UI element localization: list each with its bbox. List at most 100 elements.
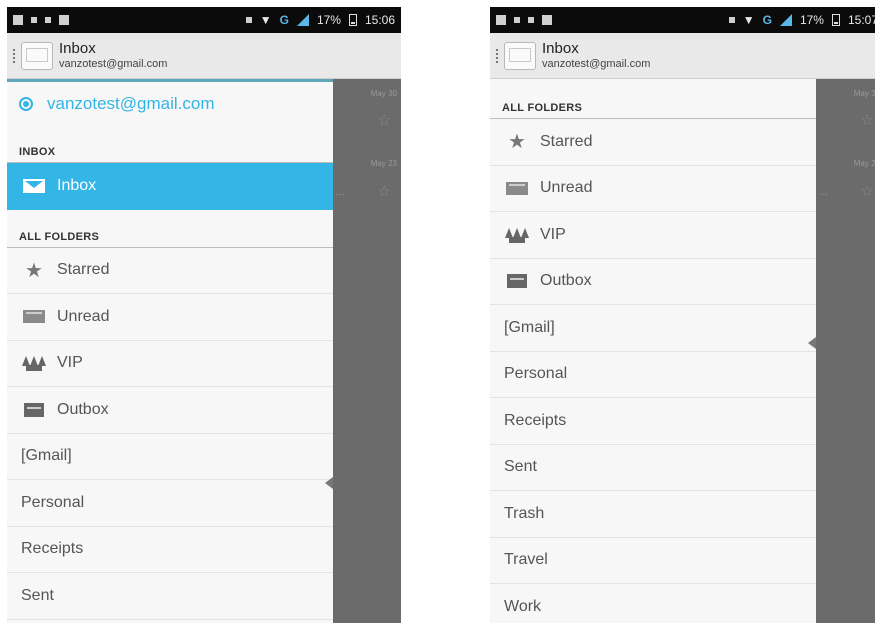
star-outline-icon: ☆ bbox=[377, 183, 391, 200]
section-header-all-folders: ALL FOLDERS bbox=[7, 210, 333, 248]
usb-icon bbox=[514, 17, 520, 23]
battery-percent: 17% bbox=[799, 13, 824, 27]
sd-card-icon bbox=[59, 15, 69, 25]
drawer-indicator-icon bbox=[13, 48, 17, 63]
drawer-item-starred[interactable]: ★ Starred bbox=[490, 119, 816, 166]
content-scrim[interactable]: May 30 ☆ May 23 … ☆ bbox=[333, 79, 401, 623]
app-envelope-icon bbox=[21, 41, 53, 70]
star-icon: ★ bbox=[508, 131, 526, 154]
battery-percent: 17% bbox=[316, 13, 341, 27]
drawer-item-label: Starred bbox=[57, 261, 110, 279]
message-date: May 30 bbox=[370, 89, 397, 98]
unread-mail-icon bbox=[23, 310, 45, 324]
account-email: vanzotest@gmail.com bbox=[59, 57, 168, 70]
drawer-item-receipts[interactable]: Receipts bbox=[490, 398, 816, 445]
drawer-item-label: Work bbox=[504, 597, 542, 615]
drawer-item-sent[interactable]: Sent bbox=[490, 445, 816, 491]
outbox-icon bbox=[507, 274, 527, 289]
drawer-item-label: VIP bbox=[57, 354, 83, 372]
drawer-item-label: Outbox bbox=[540, 272, 592, 290]
star-outline-icon: ☆ bbox=[377, 112, 391, 129]
network-type: G bbox=[762, 13, 772, 27]
drawer-item-label: Sent bbox=[504, 458, 537, 476]
drawer-item-gmail[interactable]: [Gmail] bbox=[490, 305, 816, 352]
action-bar[interactable]: Inbox vanzotest@gmail.com bbox=[7, 33, 401, 79]
drawer-item-label: Personal bbox=[504, 365, 568, 383]
drawer-handle-icon[interactable] bbox=[808, 337, 816, 349]
drawer-item-label: Unread bbox=[57, 307, 110, 325]
drawer-item-inbox[interactable]: Inbox bbox=[7, 163, 333, 210]
drawer-item-label: Receipts bbox=[504, 411, 567, 429]
drawer-item-label: [Gmail] bbox=[504, 318, 555, 336]
drawer-item-travel[interactable]: Travel bbox=[490, 538, 816, 584]
radio-selected-icon bbox=[19, 96, 33, 111]
drawer-item-label: VIP bbox=[540, 225, 566, 243]
page-title: Inbox bbox=[59, 40, 96, 58]
crown-icon bbox=[22, 355, 46, 372]
drawer-item-unread[interactable]: Unread bbox=[7, 294, 333, 341]
envelope-icon bbox=[23, 179, 45, 194]
account-item[interactable]: vanzotest@gmail.com bbox=[7, 79, 333, 125]
sd-card-icon bbox=[542, 15, 552, 25]
message-ellipsis: … bbox=[818, 187, 828, 198]
drawer-item-label: Travel bbox=[504, 551, 548, 569]
drawer-item-label: Unread bbox=[540, 179, 593, 197]
status-bar: ▼ G 17% 15:07 bbox=[490, 7, 875, 33]
star-outline-icon: ☆ bbox=[860, 183, 874, 200]
signal-icon bbox=[779, 14, 792, 26]
notification-icon bbox=[13, 15, 23, 25]
drawer-item-personal[interactable]: Personal bbox=[490, 352, 816, 398]
drawer-item-gmail[interactable]: [Gmail] bbox=[7, 434, 333, 480]
notification-icon bbox=[496, 15, 506, 25]
download-icon bbox=[45, 17, 51, 23]
crown-icon bbox=[505, 227, 529, 243]
phone-screen-left: ▼ G 17% 15:06 Inbox vanzotest@gmail.com … bbox=[7, 7, 401, 623]
drawer-item-trash[interactable]: Trash bbox=[490, 491, 816, 538]
account-email: vanzotest@gmail.com bbox=[542, 57, 651, 70]
drawer-item-receipts[interactable]: Receipts bbox=[7, 527, 333, 573]
drawer-item-label: Inbox bbox=[57, 177, 97, 195]
drawer-item-sent[interactable]: Sent bbox=[7, 573, 333, 620]
signal-icon bbox=[296, 14, 309, 26]
phone-screen-right: ▼ G 17% 15:07 Inbox vanzotest@gmail.com … bbox=[490, 7, 875, 623]
vibrate-icon bbox=[245, 17, 252, 23]
drawer-item-work[interactable]: Work bbox=[490, 584, 816, 623]
message-date: May 23 bbox=[853, 159, 875, 168]
drawer-item-personal[interactable]: Personal bbox=[7, 480, 333, 527]
star-outline-icon: ☆ bbox=[860, 112, 874, 129]
drawer-item-vip[interactable]: VIP bbox=[490, 212, 816, 259]
battery-icon bbox=[831, 14, 840, 26]
drawer-item-label: Sent bbox=[21, 586, 54, 604]
star-icon: ★ bbox=[25, 259, 43, 282]
content-scrim[interactable]: May 30 ☆ May 23 … ☆ bbox=[816, 79, 875, 623]
drawer-item-outbox[interactable]: Outbox bbox=[7, 387, 333, 434]
action-bar[interactable]: Inbox vanzotest@gmail.com bbox=[490, 33, 875, 79]
drawer-item-starred[interactable]: ★ Starred bbox=[7, 248, 333, 294]
drawer-item-outbox[interactable]: Outbox bbox=[490, 259, 816, 305]
navigation-drawer: vanzotest@gmail.com INBOX Inbox ALL FOLD… bbox=[7, 79, 333, 623]
wifi-icon: ▼ bbox=[259, 13, 272, 27]
outbox-icon bbox=[24, 402, 44, 417]
section-header-inbox: INBOX bbox=[7, 125, 333, 163]
download-icon bbox=[528, 17, 534, 23]
drawer-indicator-icon bbox=[496, 48, 500, 63]
page-title: Inbox bbox=[542, 40, 579, 58]
drawer-item-label: Outbox bbox=[57, 400, 109, 418]
clock: 15:07 bbox=[847, 13, 875, 27]
drawer-item-unread[interactable]: Unread bbox=[490, 166, 816, 212]
network-type: G bbox=[279, 13, 289, 27]
drawer-item-label: Receipts bbox=[21, 540, 84, 558]
message-date: May 30 bbox=[853, 89, 875, 98]
message-ellipsis: … bbox=[335, 187, 345, 198]
drawer-item-label: Personal bbox=[21, 493, 85, 511]
message-date: May 23 bbox=[370, 159, 397, 168]
clock: 15:06 bbox=[364, 13, 395, 27]
usb-icon bbox=[31, 17, 37, 23]
drawer-handle-icon[interactable] bbox=[325, 477, 333, 489]
vibrate-icon bbox=[728, 17, 735, 23]
drawer-item-label: Starred bbox=[540, 132, 593, 150]
drawer-item-label: Trash bbox=[504, 504, 545, 522]
battery-icon bbox=[348, 14, 357, 26]
drawer-item-label: [Gmail] bbox=[21, 447, 72, 465]
drawer-item-vip[interactable]: VIP bbox=[7, 341, 333, 387]
